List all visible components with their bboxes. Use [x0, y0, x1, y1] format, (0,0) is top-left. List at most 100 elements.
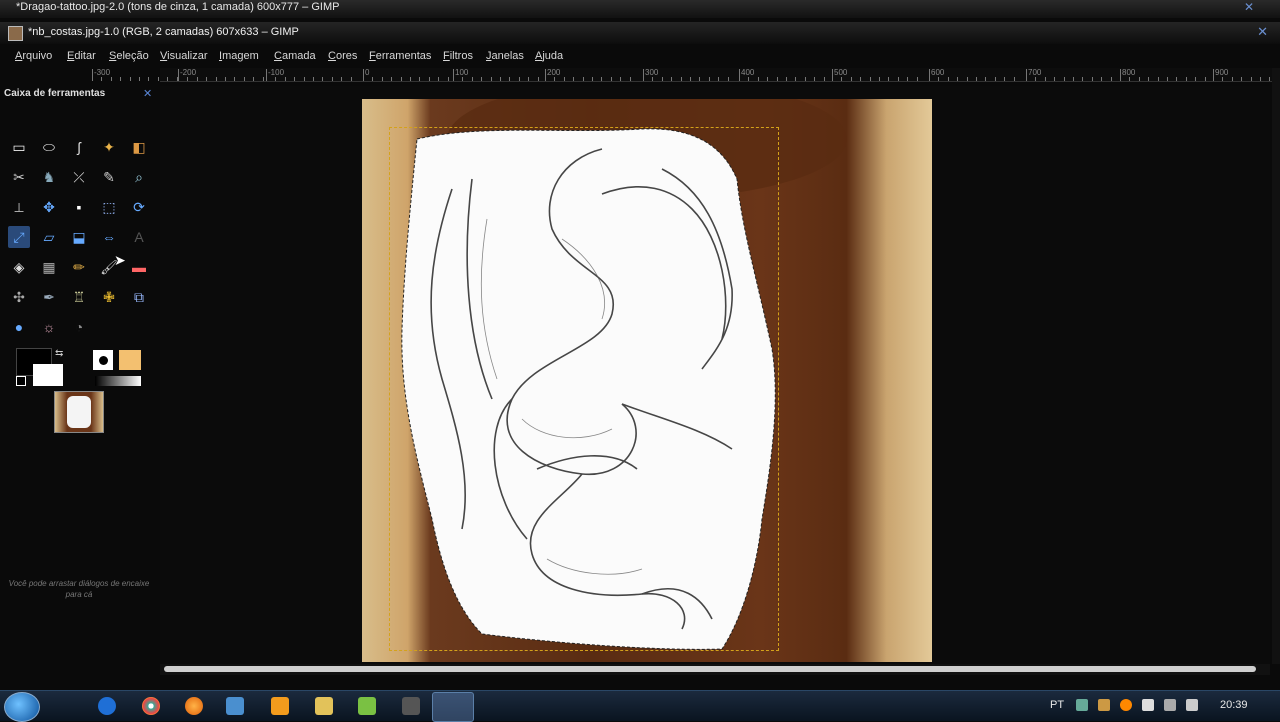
keyboard-icon[interactable]: [1076, 699, 1088, 711]
horizontal-scrollbar[interactable]: [160, 664, 1270, 675]
ruler-label: -200: [180, 68, 197, 77]
background-color-swatch[interactable]: [33, 364, 63, 386]
image-canvas-area[interactable]: ➤: [114, 86, 1270, 664]
color-select-icon[interactable]: ◧: [128, 136, 150, 158]
tray-app-icon[interactable]: [1098, 699, 1110, 711]
ruler-tick: [643, 69, 644, 81]
fuzzy-select-icon[interactable]: ✦: [98, 136, 120, 158]
eraser-icon[interactable]: ▬: [128, 256, 150, 278]
active-image-thumbnail[interactable]: [54, 391, 104, 433]
ruler-minor-tick: [196, 77, 198, 81]
scrollbar-thumb[interactable]: [164, 666, 1256, 672]
swap-colors-icon[interactable]: ⇆: [55, 348, 63, 359]
ruler-minor-tick: [718, 77, 720, 81]
flip-icon[interactable]: ⇔: [98, 226, 120, 248]
menu-ajuda[interactable]: Ajuda: [535, 50, 563, 62]
menu-imagem[interactable]: Imagem: [219, 50, 259, 62]
rect-select-icon[interactable]: ▭: [8, 136, 30, 158]
scale-icon[interactable]: ⤢: [8, 226, 30, 248]
ruler-minor-tick: [129, 77, 131, 81]
align-icon[interactable]: ▪: [68, 196, 90, 218]
menu-arquivo[interactable]: Arquivo: [15, 50, 52, 62]
language-indicator[interactable]: PT: [1050, 699, 1064, 711]
ruler-minor-tick: [225, 77, 226, 81]
text-icon[interactable]: A: [128, 226, 150, 248]
default-colors-icon[interactable]: [16, 376, 26, 386]
excel-icon[interactable]: [358, 697, 376, 715]
pattern-preview[interactable]: [119, 350, 141, 370]
chrome-icon[interactable]: [142, 697, 160, 715]
ruler-minor-tick: [804, 77, 806, 81]
network-status-icon[interactable]: [1164, 699, 1176, 711]
pencil-icon[interactable]: ✏: [68, 256, 90, 278]
brush-preview[interactable]: [93, 350, 113, 370]
ruler-minor-tick: [447, 77, 449, 81]
background-window-titlebar[interactable]: *Dragao-tattoo.jpg-2.0 (tons de cinza, 1…: [0, 0, 1280, 18]
foreground-select-icon[interactable]: ♞: [38, 166, 60, 188]
ruler-minor-tick: [139, 77, 140, 81]
free-select-icon[interactable]: ʃ: [68, 136, 90, 158]
perspective-clone-icon[interactable]: ⧉: [128, 286, 150, 308]
folder-icon[interactable]: [315, 697, 333, 715]
ruler-minor-tick: [563, 77, 565, 81]
menu-selecao[interactable]: Seleção: [109, 50, 149, 62]
close-icon[interactable]: ✕: [1257, 24, 1268, 40]
menu-ferramentas[interactable]: Ferramentas: [369, 50, 431, 62]
ruler-minor-tick: [331, 77, 333, 81]
ellipse-select-icon[interactable]: ⬭: [38, 136, 60, 158]
window-titlebar[interactable]: *nb_costas.jpg-1.0 (RGB, 2 camadas) 607x…: [0, 22, 1280, 44]
blend-icon[interactable]: ▦: [38, 256, 60, 278]
gimp-taskbar-button[interactable]: [432, 692, 474, 722]
gradient-preview[interactable]: [95, 376, 141, 386]
ruler-minor-tick: [1138, 77, 1140, 81]
horizontal-ruler[interactable]: -300 -200 -100 0 100 200 300 400 500 600 700 800 900: [92, 68, 1272, 82]
ruler-label: 900: [1215, 68, 1229, 77]
menu-cores[interactable]: Cores: [328, 50, 357, 62]
ruler-minor-tick: [1195, 77, 1197, 81]
measure-icon[interactable]: ⟂: [8, 196, 30, 218]
zoom-icon[interactable]: ⌕: [128, 166, 150, 188]
ruler-minor-tick: [671, 77, 673, 81]
heal-icon[interactable]: ✙: [98, 286, 120, 308]
menu-janelas[interactable]: Janelas: [486, 50, 524, 62]
crop-icon[interactable]: ⬚: [98, 196, 120, 218]
close-icon[interactable]: ✕: [143, 87, 152, 100]
color-picker-icon[interactable]: ✎: [98, 166, 120, 188]
rotate-icon[interactable]: ⟳: [128, 196, 150, 218]
shear-icon[interactable]: ▱: [38, 226, 60, 248]
ruler-minor-tick: [490, 77, 492, 81]
start-button[interactable]: [4, 692, 40, 722]
network-icon[interactable]: [226, 697, 244, 715]
dodge-burn-icon[interactable]: ◔: [68, 316, 90, 338]
media-player-icon[interactable]: [271, 697, 289, 715]
clock[interactable]: 20:39: [1220, 699, 1248, 711]
airbrush-icon[interactable]: ✣: [8, 286, 30, 308]
menu-visualizar[interactable]: Visualizar: [160, 50, 208, 62]
volume-icon[interactable]: [1186, 699, 1198, 711]
close-icon[interactable]: ✕: [1244, 0, 1254, 14]
toolbox-title: Caixa de ferramentas: [4, 88, 106, 99]
menu-editar[interactable]: Editar: [67, 50, 96, 62]
image-canvas[interactable]: [362, 99, 932, 662]
scissors-select-icon[interactable]: ✂: [8, 166, 30, 188]
bucket-fill-icon[interactable]: ◈: [8, 256, 30, 278]
firefox-icon[interactable]: [185, 697, 203, 715]
avast-icon[interactable]: [1120, 699, 1132, 711]
menu-camada[interactable]: Camada: [274, 50, 316, 62]
clone-icon[interactable]: ♖: [68, 286, 90, 308]
ruler-minor-tick: [428, 77, 430, 81]
vertical-scrollbar[interactable]: [1272, 68, 1280, 664]
app-icon[interactable]: [402, 697, 420, 715]
ruler-minor-tick: [262, 77, 264, 81]
menu-filtros[interactable]: Filtros: [443, 50, 473, 62]
action-center-icon[interactable]: [1142, 699, 1154, 711]
gimp-image-icon: [8, 26, 23, 41]
paths-icon[interactable]: ⤫: [68, 166, 90, 188]
ink-icon[interactable]: ✒: [38, 286, 60, 308]
smudge-icon[interactable]: ☼: [38, 316, 60, 338]
move-icon[interactable]: ✥: [38, 196, 60, 218]
perspective-icon[interactable]: ⬓: [68, 226, 90, 248]
ruler-minor-tick: [1176, 77, 1178, 81]
blur-icon[interactable]: ●: [8, 316, 30, 338]
internet-explorer-icon[interactable]: [98, 697, 116, 715]
